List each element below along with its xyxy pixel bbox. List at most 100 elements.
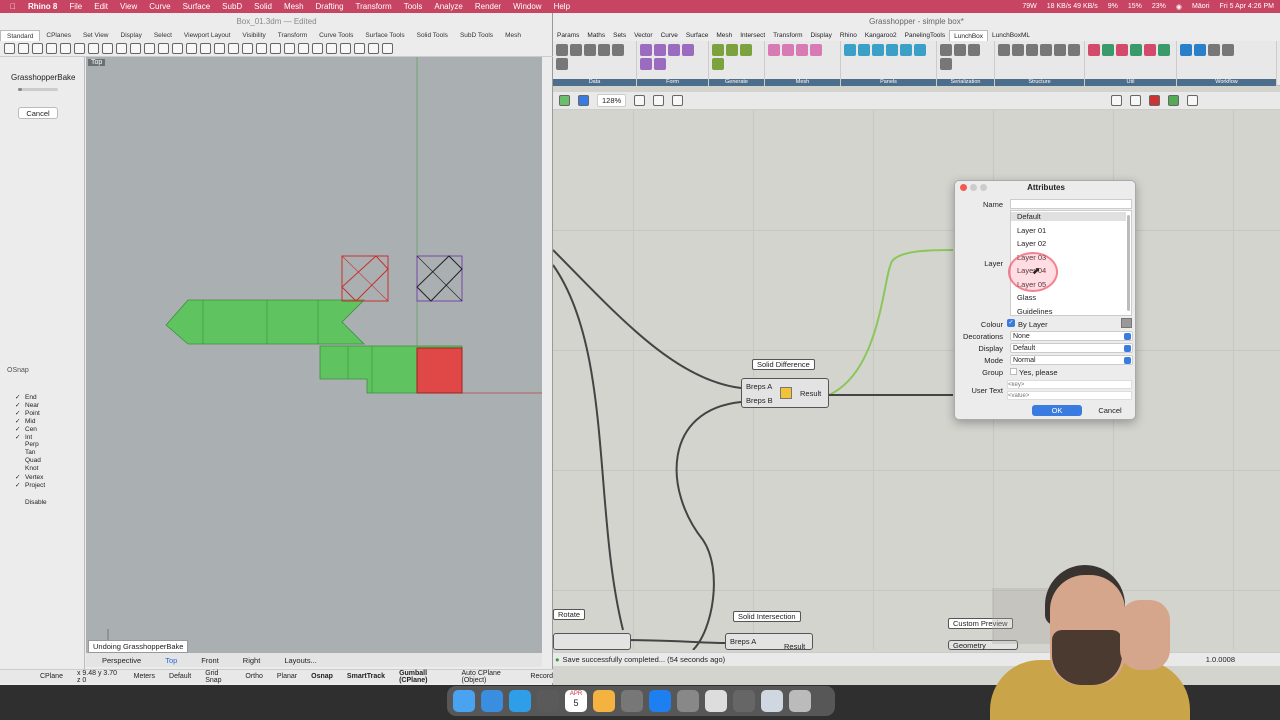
- menu-analyze[interactable]: Analyze: [428, 2, 468, 11]
- form-icon[interactable]: [640, 58, 652, 70]
- serialize-icon[interactable]: [940, 44, 952, 56]
- output-result[interactable]: Result: [784, 642, 805, 651]
- layer-item-default[interactable]: Default: [1011, 212, 1126, 221]
- mesh-icon[interactable]: [768, 44, 780, 56]
- tab-rhino[interactable]: Rhino: [836, 30, 861, 41]
- form-icon[interactable]: [654, 44, 666, 56]
- colour-swatch[interactable]: [1121, 318, 1132, 328]
- util-icon[interactable]: [1130, 44, 1142, 56]
- rotate-component[interactable]: [553, 633, 631, 650]
- osnap-cen[interactable]: ✓ Cen: [15, 425, 37, 434]
- util-icon[interactable]: [1116, 44, 1128, 56]
- tab-right[interactable]: Right: [233, 656, 271, 665]
- tab-layouts[interactable]: Layouts...: [274, 656, 327, 665]
- generate-icon[interactable]: [712, 58, 724, 70]
- cplane-label[interactable]: CPlane: [40, 673, 63, 680]
- tab-front[interactable]: Front: [191, 656, 229, 665]
- menu-surface[interactable]: Surface: [177, 2, 217, 11]
- solid-intersection-component[interactable]: Breps A Result: [725, 633, 813, 651]
- tab-cplanes[interactable]: CPlanes: [40, 30, 77, 41]
- form-icon[interactable]: [682, 44, 694, 56]
- tab-mesh[interactable]: Mesh: [499, 30, 527, 41]
- lock-icon[interactable]: [968, 44, 980, 56]
- cplane-icon[interactable]: [242, 43, 253, 54]
- util-icon[interactable]: [1088, 44, 1100, 56]
- panel-icon[interactable]: [872, 44, 884, 56]
- top-viewport[interactable]: Top: [86, 57, 542, 653]
- print-icon[interactable]: [46, 43, 57, 54]
- form-icon[interactable]: [668, 44, 680, 56]
- tab-transform[interactable]: Transform: [769, 30, 806, 41]
- toggle-smarttrack[interactable]: SmartTrack: [347, 673, 385, 680]
- select-icon[interactable]: [256, 43, 267, 54]
- xml-icon[interactable]: [598, 44, 610, 56]
- tab-transform[interactable]: Transform: [272, 30, 313, 41]
- apple-icon[interactable]: : [0, 2, 22, 11]
- layer-item-glass[interactable]: Glass: [1017, 293, 1036, 302]
- serialize-icon[interactable]: [940, 58, 952, 70]
- car-icon[interactable]: [270, 43, 281, 54]
- app-icon[interactable]: [537, 690, 559, 712]
- toggle-grid-snap[interactable]: Grid Snap: [205, 670, 231, 684]
- finder-icon[interactable]: [453, 690, 475, 712]
- bake-cancel-button[interactable]: Cancel: [18, 107, 58, 119]
- component-icon[interactable]: [612, 44, 624, 56]
- tab-curve[interactable]: Curve: [657, 30, 682, 41]
- structure-icon[interactable]: [998, 44, 1010, 56]
- zoom-extents-icon[interactable]: [634, 95, 646, 106]
- selected-preview-icon[interactable]: [1168, 95, 1180, 106]
- tab-perspective[interactable]: Perspective: [92, 656, 151, 665]
- copy-icon[interactable]: [60, 43, 71, 54]
- list-scrollbar[interactable]: [1127, 215, 1130, 311]
- panel-icon[interactable]: [900, 44, 912, 56]
- layer-icon[interactable]: [312, 43, 323, 54]
- tab-panelingtools[interactable]: PanelingTools: [901, 30, 949, 41]
- units-readout[interactable]: Meters: [134, 673, 155, 680]
- component-icon[interactable]: [556, 44, 568, 56]
- tab-intersect[interactable]: Intersect: [736, 30, 769, 41]
- toggle-record[interactable]: Record: [530, 673, 553, 680]
- menu-tools[interactable]: Tools: [398, 2, 429, 11]
- sphere-icon[interactable]: [354, 43, 365, 54]
- mesh-icon[interactable]: [796, 44, 808, 56]
- input-source[interactable]: Māori: [1192, 3, 1210, 10]
- render-icon[interactable]: [340, 43, 351, 54]
- osnap-project[interactable]: ✓ Project: [15, 481, 45, 490]
- util-icon[interactable]: [1144, 44, 1156, 56]
- menu-curve[interactable]: Curve: [143, 2, 176, 11]
- light-icon[interactable]: [298, 43, 309, 54]
- util-icon[interactable]: [1102, 44, 1114, 56]
- input-breps-a[interactable]: Breps A: [730, 637, 756, 646]
- zoom-dropdown[interactable]: 128%: [597, 94, 627, 107]
- safari-icon[interactable]: [509, 690, 531, 712]
- menu-edit[interactable]: Edit: [88, 2, 114, 11]
- group-checkbox[interactable]: [1010, 368, 1017, 375]
- osnap-disable[interactable]: Disable: [15, 499, 47, 506]
- structure-icon[interactable]: [1068, 44, 1080, 56]
- tab-lunchboxml[interactable]: LunchBoxML: [988, 30, 1034, 41]
- osnap-mid[interactable]: ✓ Mid: [15, 417, 35, 426]
- wireframe-icon[interactable]: [1130, 95, 1142, 106]
- undo-icon[interactable]: [116, 43, 127, 54]
- mesh-icon[interactable]: [810, 44, 822, 56]
- tab-subd-tools[interactable]: SubD Tools: [454, 30, 499, 41]
- toggle-osnap[interactable]: Osnap: [311, 673, 333, 680]
- material-icon[interactable]: [368, 43, 379, 54]
- layer-item-02[interactable]: Layer 02: [1017, 239, 1046, 248]
- shaded-icon[interactable]: [1149, 95, 1161, 106]
- tab-standard[interactable]: Standard: [0, 30, 41, 41]
- menu-view[interactable]: View: [114, 2, 143, 11]
- paste-icon[interactable]: [88, 43, 99, 54]
- tab-viewport-layout[interactable]: Viewport Layout: [178, 30, 237, 41]
- osnap-end[interactable]: ✓ End: [15, 393, 37, 402]
- tab-mesh[interactable]: Mesh: [712, 30, 736, 41]
- zoom-selected-icon[interactable]: [200, 43, 211, 54]
- input-breps-a[interactable]: Breps A: [746, 382, 772, 391]
- mesh-icon[interactable]: [782, 44, 794, 56]
- xml-icon[interactable]: [584, 44, 596, 56]
- output-result[interactable]: Result: [800, 389, 821, 398]
- properties-icon[interactable]: [326, 43, 337, 54]
- osnap-vertex[interactable]: ✓ Vertex: [15, 473, 43, 482]
- menu-mesh[interactable]: Mesh: [278, 2, 310, 11]
- preview-eye-icon[interactable]: [653, 95, 665, 106]
